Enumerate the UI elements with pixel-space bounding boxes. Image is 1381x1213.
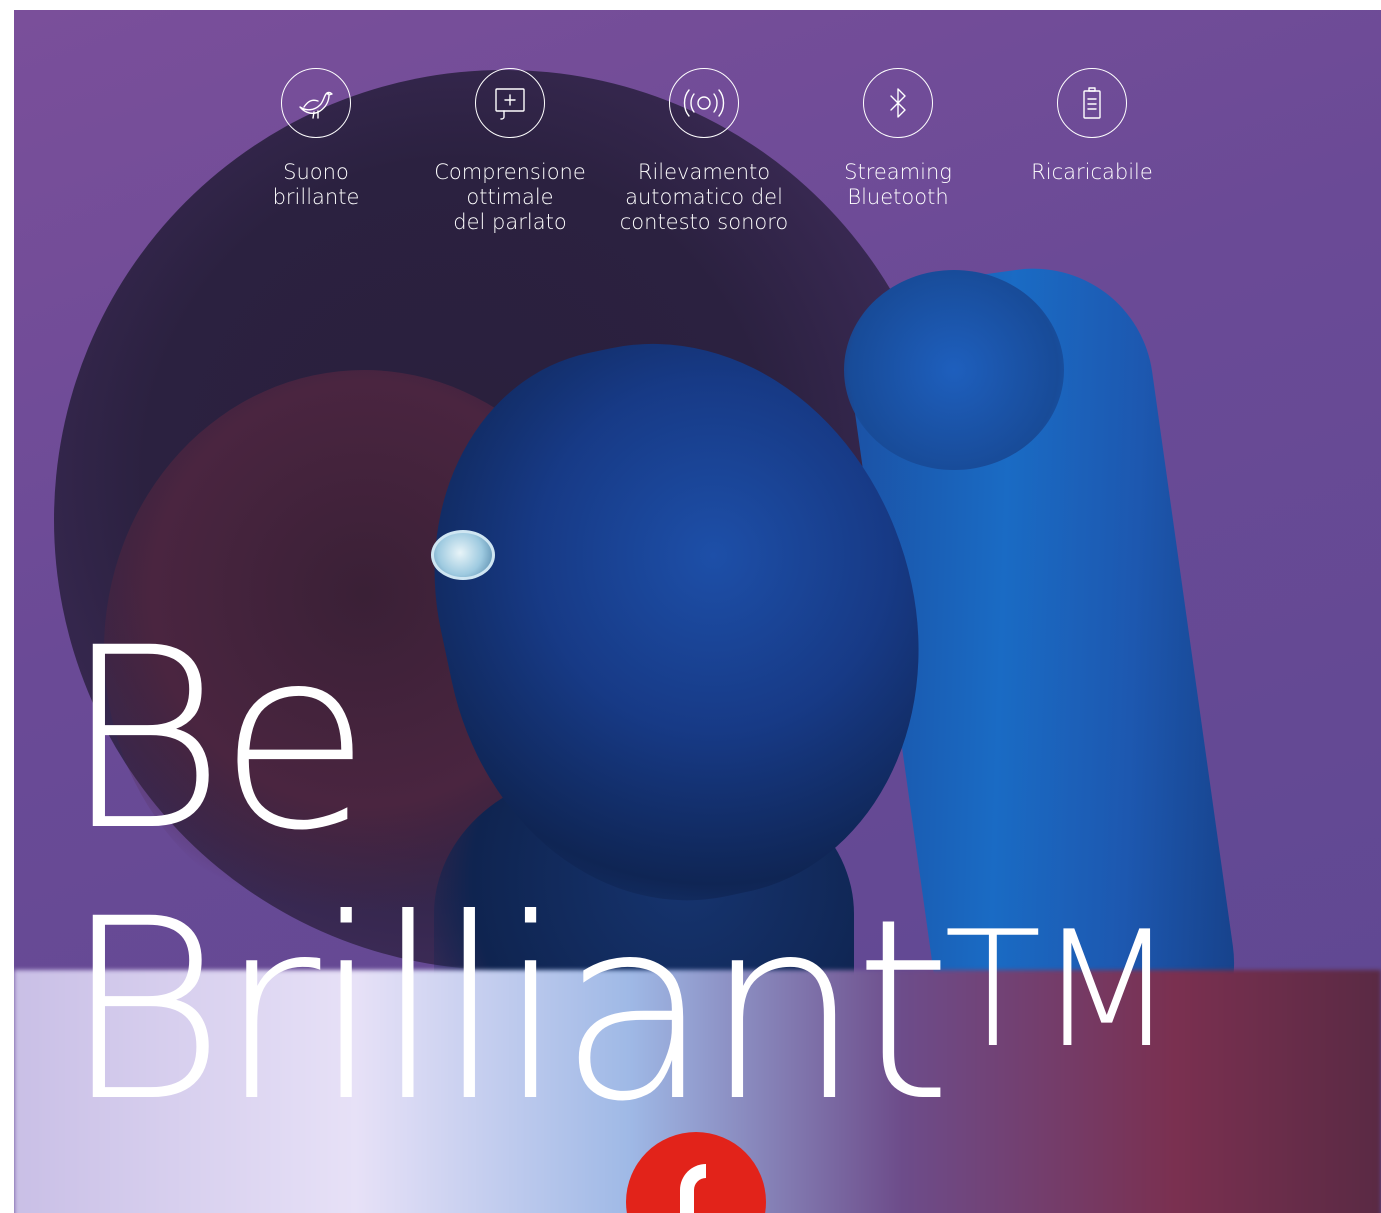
speech-bubble-plus-icon [475, 68, 545, 138]
feature-label: Ricaricabile [1031, 160, 1153, 184]
feature-list: Suono brillante Comprensione ottimale de… [14, 68, 1381, 268]
page: Suono brillante Comprensione ottimale de… [0, 0, 1381, 1213]
hero-poster: Suono brillante Comprensione ottimale de… [14, 10, 1381, 1213]
feature-item: Ricaricabile [992, 68, 1192, 185]
sound-waves-icon [669, 68, 739, 138]
feature-item: Rilevamento automatico del contesto sono… [604, 68, 804, 235]
headline-line-2: BrilliantTM [62, 860, 1176, 1141]
headline-word: Brilliant [62, 865, 952, 1156]
feature-item: Streaming Bluetooth [798, 68, 998, 210]
logo-letter-mark [680, 1164, 706, 1213]
feature-label: Suono brillante [272, 160, 360, 209]
bird-icon [281, 68, 351, 138]
photo-hand [844, 270, 1064, 470]
feature-label: Rilevamento automatico del contesto sono… [619, 160, 789, 234]
headline: Be BrilliantTM [62, 594, 1176, 1141]
feature-label: Streaming Bluetooth [844, 160, 952, 209]
headline-line-1: Be [62, 594, 372, 885]
feature-label: Comprensione ottimale del parlato [434, 160, 586, 234]
earbud-image [431, 530, 495, 580]
battery-icon [1057, 68, 1127, 138]
trademark-symbol: TM [943, 896, 1176, 1083]
bluetooth-icon [863, 68, 933, 138]
feature-item: Comprensione ottimale del parlato [410, 68, 610, 235]
feature-item: Suono brillante [216, 68, 416, 210]
